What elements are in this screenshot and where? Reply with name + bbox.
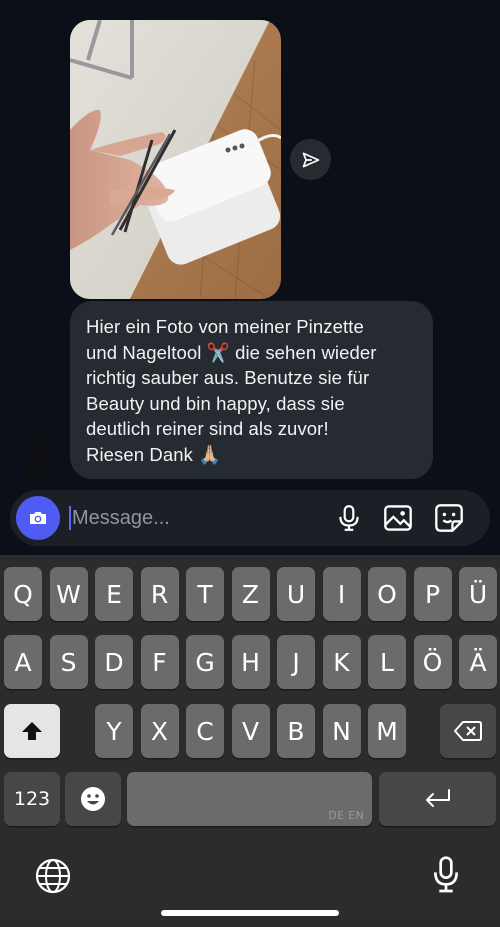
message-input[interactable] (72, 503, 322, 533)
return-icon (425, 789, 450, 807)
key-h[interactable]: H (231, 635, 270, 689)
globe-icon (35, 858, 71, 894)
key-w[interactable]: W (49, 567, 88, 621)
key-z[interactable]: Z (231, 567, 270, 621)
text-cursor (69, 506, 71, 530)
key-n[interactable]: N (322, 704, 361, 758)
camera-icon (30, 512, 46, 524)
share-button[interactable] (290, 139, 331, 180)
key-v[interactable]: V (231, 704, 270, 758)
key-t[interactable]: T (186, 567, 224, 621)
numbers-key[interactable]: 123 (4, 772, 60, 826)
space-key[interactable]: DE EN (127, 772, 372, 826)
key-a[interactable]: A (4, 635, 42, 689)
key-c[interactable]: C (186, 704, 224, 758)
key-m[interactable]: M (368, 704, 406, 758)
key-e[interactable]: E (95, 567, 133, 621)
gallery-button[interactable] (382, 502, 414, 534)
key-i[interactable]: I (322, 567, 361, 621)
message-bubble[interactable]: Hier ein Foto von meiner Pinzette und Na… (70, 301, 433, 479)
photo-image (70, 20, 281, 299)
emoji-icon (81, 787, 105, 811)
space-language-label: DE EN (328, 809, 364, 822)
avatar[interactable] (16, 432, 64, 480)
key-y[interactable]: Y (95, 704, 133, 758)
key-q[interactable]: Q (4, 567, 42, 621)
message-composer (10, 490, 490, 546)
key-r[interactable]: R (140, 567, 179, 621)
microphone-icon (339, 505, 359, 531)
key-l[interactable]: L (368, 635, 406, 689)
key-d[interactable]: D (95, 635, 133, 689)
voice-button[interactable] (333, 502, 365, 534)
key-j[interactable]: J (277, 635, 315, 689)
emoji-key[interactable] (65, 772, 121, 826)
send-icon (302, 152, 319, 167)
sticker-icon (435, 504, 463, 532)
message-text: Hier ein Foto von meiner Pinzette und Na… (86, 316, 377, 465)
key-p[interactable]: P (413, 567, 452, 621)
key-k[interactable]: K (322, 635, 361, 689)
backspace-key[interactable] (440, 704, 496, 758)
key-f[interactable]: F (140, 635, 179, 689)
scribbled-avatar-icon (22, 434, 58, 480)
home-indicator[interactable] (161, 910, 339, 916)
key-ä[interactable]: Ä (459, 635, 497, 689)
keyboard: QWERTZUIOPÜ ASDFGHJKLÖÄ YXCVBNM 123 DE E… (0, 555, 500, 927)
dictation-button[interactable] (430, 855, 464, 895)
key-o[interactable]: O (368, 567, 406, 621)
return-key[interactable] (379, 772, 496, 826)
key-u[interactable]: U (277, 567, 315, 621)
key-g[interactable]: G (186, 635, 224, 689)
key-b[interactable]: B (277, 704, 315, 758)
sticker-button[interactable] (433, 502, 465, 534)
shift-key[interactable] (4, 704, 60, 758)
key-ü[interactable]: Ü (459, 567, 497, 621)
camera-button[interactable] (16, 496, 60, 540)
dictation-mic-icon (434, 856, 458, 893)
key-s[interactable]: S (49, 635, 88, 689)
key-x[interactable]: X (140, 704, 179, 758)
gallery-icon (384, 505, 412, 531)
chat-thread: Hier ein Foto von meiner Pinzette und Na… (0, 0, 500, 555)
shift-arrow-icon (22, 722, 42, 740)
shared-photo[interactable] (70, 20, 281, 299)
globe-button[interactable] (34, 857, 74, 897)
backspace-icon (454, 721, 482, 741)
key-ö[interactable]: Ö (413, 635, 452, 689)
